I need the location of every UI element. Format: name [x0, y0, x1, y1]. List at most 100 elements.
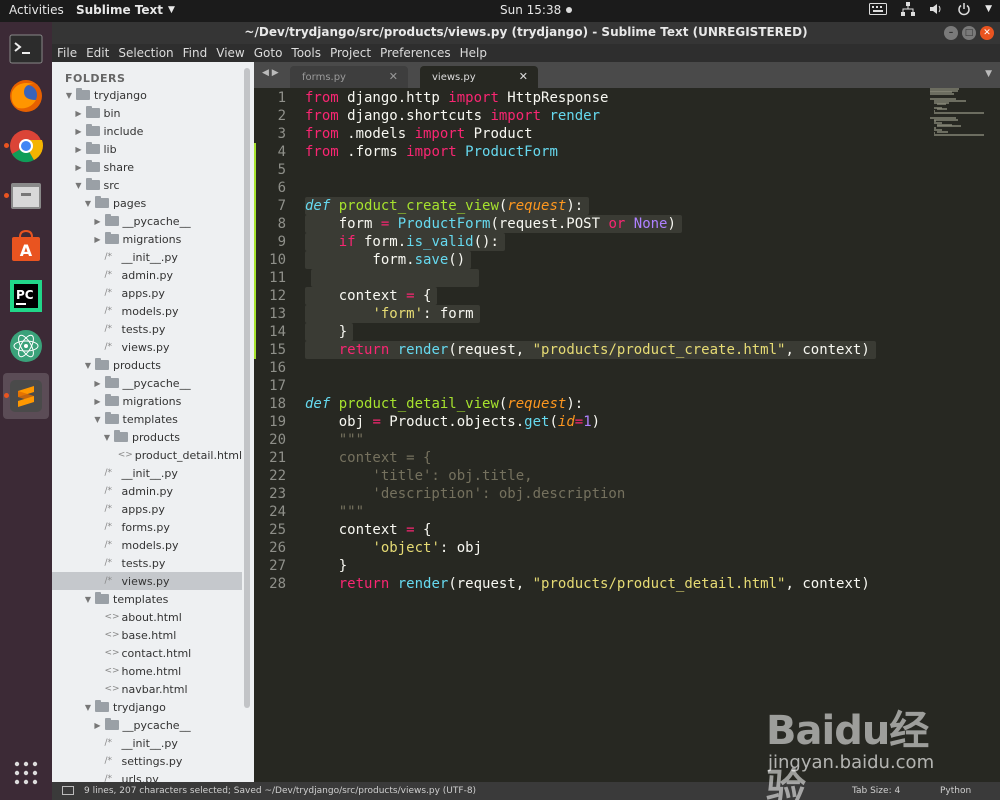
- chevron-right-icon[interactable]: ▶: [93, 379, 103, 388]
- sidebar-folder[interactable]: ▼ products: [52, 356, 242, 374]
- sidebar-file[interactable]: /* models.py: [52, 536, 242, 554]
- sidebar-file[interactable]: /* views.py: [52, 338, 242, 356]
- menu-file[interactable]: File: [57, 46, 77, 60]
- close-icon[interactable]: ✕: [389, 70, 398, 83]
- code-line[interactable]: }: [305, 557, 347, 575]
- sidebar-file[interactable]: /* admin.py: [52, 266, 242, 284]
- code-line[interactable]: }: [305, 323, 347, 341]
- sidebar-folder[interactable]: ▶ migrations: [52, 230, 242, 248]
- code-line[interactable]: from .models import Product: [305, 125, 533, 143]
- menu-find[interactable]: Find: [183, 46, 208, 60]
- sidebar-folder[interactable]: ▼ templates: [52, 410, 242, 428]
- sidebar-file[interactable]: /* urls.py: [52, 770, 242, 783]
- power-icon[interactable]: [957, 2, 971, 16]
- chevron-right-icon[interactable]: ▶: [74, 145, 84, 154]
- chevron-down-icon[interactable]: ▼: [83, 703, 93, 712]
- clock[interactable]: Sun 15:38: [500, 3, 573, 17]
- sidebar-file[interactable]: /* __init__.py: [52, 464, 242, 482]
- chevron-down-icon[interactable]: ▼: [64, 91, 74, 100]
- menu-tools[interactable]: Tools: [291, 46, 321, 60]
- chevron-right-icon[interactable]: ▶: [93, 235, 103, 244]
- sidebar-file[interactable]: /* __init__.py: [52, 734, 242, 752]
- sidebar-file[interactable]: /* tests.py: [52, 554, 242, 572]
- volume-icon[interactable]: [929, 2, 943, 16]
- sidebar-folder[interactable]: ▼ templates: [52, 590, 242, 608]
- tab-scroll-arrows-icon[interactable]: ◀ ▶: [262, 68, 279, 78]
- menu-selection[interactable]: Selection: [118, 46, 173, 60]
- sidebar-folder[interactable]: ▼ src: [52, 176, 242, 194]
- chevron-down-icon[interactable]: ▼: [93, 415, 103, 424]
- chevron-right-icon[interactable]: ▶: [74, 163, 84, 172]
- sidebar-folder[interactable]: ▶ __pycache__: [52, 716, 242, 734]
- app-menu[interactable]: Sublime Text ▼: [76, 3, 175, 17]
- sidebar-folder[interactable]: ▶ include: [52, 122, 242, 140]
- activities-button[interactable]: Activities: [9, 3, 64, 17]
- minimize-button[interactable]: –: [944, 26, 958, 40]
- code-line[interactable]: context = {: [305, 449, 432, 467]
- menu-preferences[interactable]: Preferences: [380, 46, 451, 60]
- code-line[interactable]: return render(request, "products/product…: [305, 341, 870, 359]
- sidebar-file[interactable]: <> contact.html: [52, 644, 242, 662]
- chevron-right-icon[interactable]: ▶: [74, 127, 84, 136]
- sidebar-folder[interactable]: ▶ __pycache__: [52, 212, 242, 230]
- sidebar-file[interactable]: /* forms.py: [52, 518, 242, 536]
- sidebar-folder[interactable]: ▶ lib: [52, 140, 242, 158]
- code-line[interactable]: 'object': obj: [305, 539, 482, 557]
- chevron-down-icon[interactable]: ▼: [83, 361, 93, 370]
- dock-sublime-text[interactable]: [3, 373, 49, 419]
- sidebar-scrollbar[interactable]: [244, 68, 250, 708]
- dock-pycharm[interactable]: PC: [3, 273, 49, 319]
- dock-chrome[interactable]: [3, 123, 49, 169]
- dock-files[interactable]: [3, 173, 49, 219]
- tab-views-py[interactable]: views.py ✕: [420, 66, 538, 88]
- sidebar-file[interactable]: /* apps.py: [52, 284, 242, 302]
- sidebar-file[interactable]: /* __init__.py: [52, 248, 242, 266]
- menu-project[interactable]: Project: [330, 46, 371, 60]
- close-button[interactable]: ✕: [980, 26, 994, 40]
- chevron-right-icon[interactable]: ▶: [93, 721, 103, 730]
- code-line[interactable]: 'description': obj.description: [305, 485, 625, 503]
- network-icon[interactable]: [901, 2, 916, 16]
- code-line[interactable]: from django.shortcuts import render: [305, 107, 600, 125]
- chevron-down-icon[interactable]: ▼: [74, 181, 84, 190]
- dock-atom[interactable]: [3, 323, 49, 369]
- chevron-down-icon[interactable]: ▼: [102, 433, 112, 442]
- dock-terminal[interactable]: [3, 26, 49, 72]
- sidebar-folder[interactable]: ▼ pages: [52, 194, 242, 212]
- tab-forms-py[interactable]: forms.py ✕: [290, 66, 408, 88]
- code-line[interactable]: from django.http import HttpResponse: [305, 89, 608, 107]
- chevron-down-icon[interactable]: ▼: [83, 199, 93, 208]
- code-line[interactable]: if form.is_valid():: [305, 233, 499, 251]
- sidebar-folder[interactable]: ▶ bin: [52, 104, 242, 122]
- sidebar-file[interactable]: <> base.html: [52, 626, 242, 644]
- code-line[interactable]: from .forms import ProductForm: [305, 143, 558, 161]
- code-line[interactable]: obj = Product.objects.get(id=1): [305, 413, 600, 431]
- maximize-button[interactable]: □: [962, 26, 976, 40]
- code-line[interactable]: context = {: [305, 287, 432, 305]
- menu-view[interactable]: View: [216, 46, 244, 60]
- sidebar-folder[interactable]: ▶ __pycache__: [52, 374, 242, 392]
- chevron-down-icon[interactable]: ▼: [985, 4, 992, 14]
- code-line[interactable]: form.save(): [305, 251, 465, 269]
- sidebar-file[interactable]: <> navbar.html: [52, 680, 242, 698]
- code-editor[interactable]: 1 from django.http import HttpResponse 2 fr…: [254, 88, 1000, 782]
- sidebar-file[interactable]: /* views.py: [52, 572, 242, 590]
- sidebar-folder[interactable]: ▶ share: [52, 158, 242, 176]
- chevron-right-icon[interactable]: ▶: [93, 217, 103, 226]
- dock-firefox[interactable]: [3, 73, 49, 119]
- panel-toggle-icon[interactable]: [62, 786, 74, 795]
- sidebar-file[interactable]: <> about.html: [52, 608, 242, 626]
- sidebar-folder[interactable]: ▼ products: [52, 428, 242, 446]
- code-line[interactable]: form = ProductForm(request.POST or None): [305, 215, 676, 233]
- code-line[interactable]: """: [305, 503, 364, 521]
- sidebar-file[interactable]: /* models.py: [52, 302, 242, 320]
- sidebar-file[interactable]: <> product_detail.html: [52, 446, 242, 464]
- code-line[interactable]: return render(request, "products/product…: [305, 575, 870, 593]
- tab-list-dropdown-icon[interactable]: ▼: [985, 69, 992, 79]
- code-line[interactable]: def product_create_view(request):: [305, 197, 583, 215]
- sidebar-file[interactable]: /* settings.py: [52, 752, 242, 770]
- code-line[interactable]: 'form': form: [305, 305, 473, 323]
- close-icon[interactable]: ✕: [519, 70, 528, 83]
- keyboard-icon[interactable]: [869, 3, 888, 15]
- window-title-bar[interactable]: ~/Dev/trydjango/src/products/views.py (t…: [52, 22, 1000, 44]
